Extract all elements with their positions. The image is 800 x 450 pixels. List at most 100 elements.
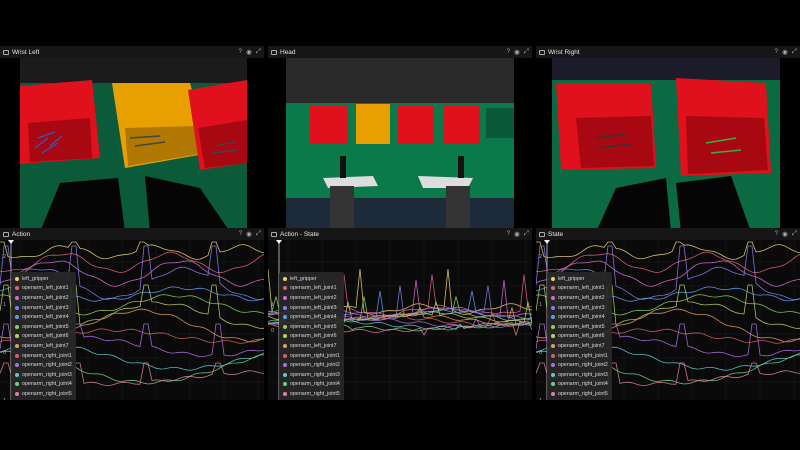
expand-icon[interactable]: ⤢ (792, 230, 797, 238)
legend-entry[interactable]: left_gripper (283, 274, 340, 284)
head-camera-view[interactable] (268, 58, 532, 232)
legend-entry[interactable]: openarm_right_joint5 (283, 389, 340, 399)
legend-swatch (15, 315, 19, 320)
legend-entry[interactable]: openarm_right_joint3 (551, 370, 608, 380)
legend-entry[interactable]: openarm_left_joint7 (551, 341, 608, 351)
legend-label: left_gripper (290, 275, 317, 282)
camera-view-icon (3, 49, 9, 55)
eye-icon[interactable]: ◉ (782, 48, 788, 56)
action-plot[interactable]: 2 1 0 -1 left_gripper openarm_left_joint1… (0, 240, 264, 400)
legend-entry[interactable]: left_gripper (551, 274, 608, 284)
legend-swatch (551, 315, 555, 320)
legend-entry[interactable]: openarm_left_joint6 (283, 332, 340, 342)
action-state-plot[interactable]: 1 0 left_gripper openarm_left_joint1 opena… (268, 240, 532, 400)
legend-entry[interactable]: openarm_left_joint3 (283, 303, 340, 313)
expand-icon[interactable]: ⤢ (256, 230, 261, 238)
help-icon[interactable]: ? (239, 48, 243, 56)
wrist-right-camera-image (536, 58, 800, 232)
state-plot[interactable]: 2 1 0 -1 left_gripper openarm_left_joint1… (536, 240, 800, 400)
legend-label: openarm_left_joint5 (22, 323, 69, 330)
legend-entry[interactable]: openarm_right_joint1 (283, 351, 340, 361)
legend-swatch (15, 363, 19, 368)
help-icon[interactable]: ? (507, 230, 511, 238)
legend-entry[interactable]: openarm_left_joint6 (551, 332, 608, 342)
expand-icon[interactable]: ⤢ (256, 48, 261, 56)
legend-entry[interactable]: openarm_left_joint5 (551, 322, 608, 332)
legend-swatch (283, 382, 287, 387)
y-tick: -1 (1, 398, 6, 400)
legend-entry[interactable]: openarm_left_joint4 (283, 312, 340, 322)
legend-label: openarm_right_joint4 (558, 381, 608, 388)
eye-icon[interactable]: ◉ (514, 48, 520, 56)
y-tick: -1 (537, 398, 542, 400)
legend-label: left_gripper (22, 275, 49, 282)
help-icon[interactable]: ? (775, 230, 779, 238)
legend-entry[interactable]: openarm_right_joint2 (283, 360, 340, 370)
wrist-right-header: Wrist Right ? ◉ ⤢ (536, 46, 800, 58)
legend-swatch (551, 324, 555, 329)
legend-entry[interactable]: openarm_right_joint1 (551, 351, 608, 361)
eye-icon[interactable]: ◉ (246, 230, 252, 238)
legend-entry[interactable]: openarm_right_joint1 (15, 351, 72, 361)
panel-title: Head (280, 48, 296, 56)
help-icon[interactable]: ? (239, 230, 243, 238)
legend-entry[interactable]: openarm_left_joint4 (551, 312, 608, 322)
legend-swatch (15, 343, 19, 348)
legend-entry[interactable]: openarm_right_joint4 (551, 380, 608, 390)
legend-entry[interactable]: openarm_left_joint2 (15, 293, 72, 303)
action-state-plot-panel: Action - State ? ◉ ⤢ 1 0 left_gripper ope… (268, 228, 532, 400)
legend-swatch (551, 305, 555, 310)
legend-entry[interactable]: openarm_left_joint6 (15, 332, 72, 342)
legend-entry[interactable]: openarm_left_joint5 (283, 322, 340, 332)
legend-entry[interactable]: openarm_right_joint2 (15, 360, 72, 370)
help-icon[interactable]: ? (507, 48, 511, 56)
wrist-left-camera-view[interactable] (0, 58, 264, 232)
legend-entry[interactable]: openarm_left_joint1 (551, 284, 608, 294)
legend-entry[interactable]: left_gripper (15, 274, 72, 284)
expand-icon[interactable]: ⤢ (524, 48, 529, 56)
legend-entry[interactable]: openarm_left_joint1 (283, 284, 340, 294)
head-camera-image (268, 58, 532, 232)
expand-icon[interactable]: ⤢ (792, 48, 797, 56)
legend-swatch (283, 372, 287, 377)
panel-title: Action (12, 230, 31, 238)
camera-view-icon (539, 49, 545, 55)
state-header: State ? ◉ ⤢ (536, 228, 800, 240)
panel-title: Wrist Right (548, 48, 580, 56)
eye-icon[interactable]: ◉ (246, 48, 252, 56)
legend-entry[interactable]: openarm_right_joint4 (15, 380, 72, 390)
legend-entry[interactable]: openarm_right_joint4 (283, 380, 340, 390)
eye-icon[interactable]: ◉ (514, 230, 520, 238)
legend-swatch (551, 276, 555, 281)
legend-entry[interactable]: openarm_left_joint4 (15, 312, 72, 322)
legend-entry[interactable]: openarm_left_joint1 (15, 284, 72, 294)
legend-entry[interactable]: openarm_left_joint2 (551, 293, 608, 303)
legend-entry[interactable]: openarm_left_joint3 (551, 303, 608, 313)
legend-label: left_gripper (558, 275, 585, 282)
legend-entry[interactable]: openarm_left_joint5 (15, 322, 72, 332)
legend-entry[interactable]: openarm_left_joint3 (15, 303, 72, 313)
legend-entry[interactable]: openarm_right_joint5 (551, 389, 608, 399)
legend-entry[interactable]: openarm_right_joint5 (15, 389, 72, 399)
legend-entry[interactable]: openarm_right_joint2 (551, 360, 608, 370)
legend-label: openarm_right_joint5 (558, 390, 608, 397)
eye-icon[interactable]: ◉ (782, 230, 788, 238)
legend-label: openarm_right_joint4 (22, 381, 72, 388)
legend-entry[interactable]: openarm_right_joint3 (283, 370, 340, 380)
legend-entry[interactable]: openarm_right_joint3 (15, 370, 72, 380)
legend-label: openarm_left_joint7 (290, 342, 337, 349)
expand-icon[interactable]: ⤢ (524, 230, 529, 238)
y-tick: 2 (3, 254, 7, 260)
help-icon[interactable]: ? (775, 48, 779, 56)
legend-entry[interactable]: openarm_left_joint7 (283, 341, 340, 351)
legend-swatch (283, 353, 287, 358)
wrist-right-camera-view[interactable] (536, 58, 800, 232)
legend-entry[interactable]: openarm_left_joint7 (15, 341, 72, 351)
legend-swatch (283, 315, 287, 320)
head-header: Head ? ◉ ⤢ (268, 46, 532, 58)
legend-entry[interactable]: openarm_left_joint2 (283, 293, 340, 303)
wrist-left-header: Wrist Left ? ◉ ⤢ (0, 46, 264, 58)
panel-title: Action - State (280, 230, 320, 238)
legend-label: openarm_left_joint7 (22, 342, 69, 349)
legend-swatch (551, 372, 555, 377)
